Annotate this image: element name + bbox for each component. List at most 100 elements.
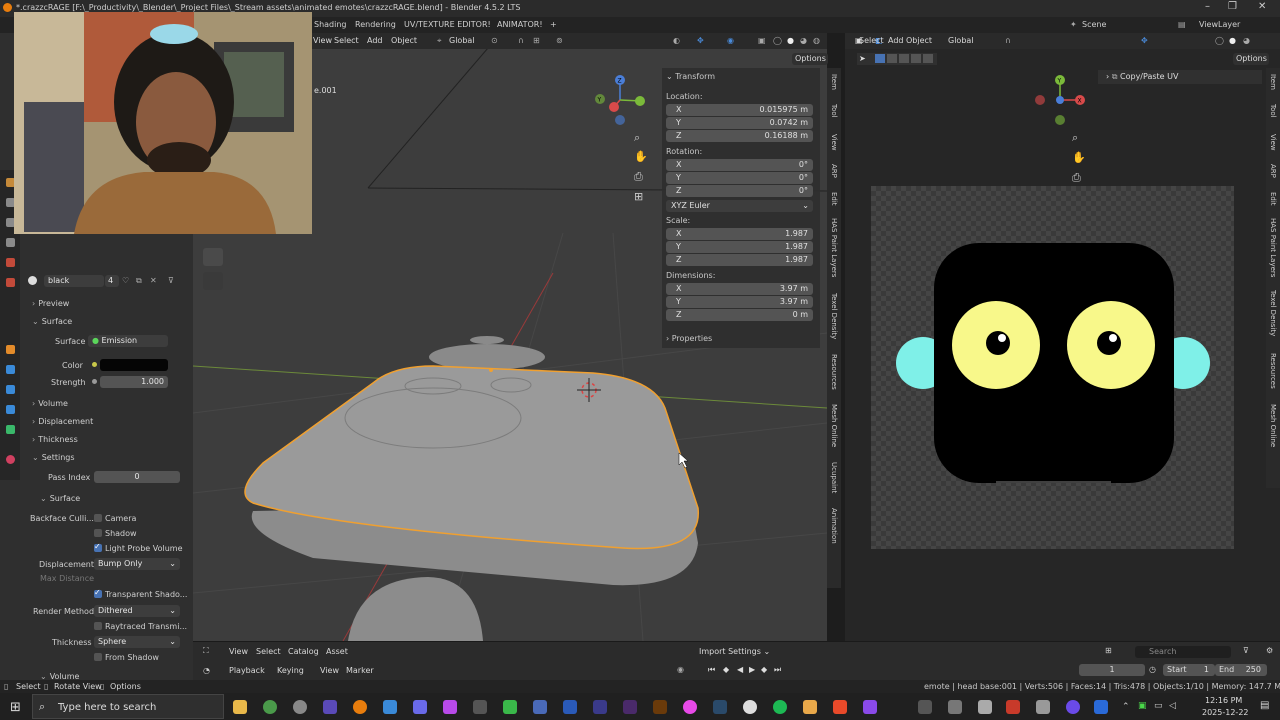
play-reverse-icon[interactable]: ◀ [737,665,743,674]
preview-range-icon[interactable]: ◷ [1149,665,1156,674]
sidebar-tab-ucupaint[interactable]: Ucupaint [830,462,838,493]
uv-tab-resources[interactable]: Resources [1269,353,1277,389]
pan-hand-icon[interactable]: ✋ [634,150,648,163]
zoom-icon[interactable]: ⌕ [634,131,640,145]
pivot-icon[interactable]: ⊙ [491,36,498,45]
camera-view-icon[interactable]: ⎙ [634,170,643,184]
uv-tab-edit[interactable]: Edit [1269,192,1277,206]
uv-options-button[interactable]: Options [1233,53,1269,65]
tray-overflow-icon[interactable]: ⌃ [1122,702,1130,712]
sidebar-tab-resources[interactable]: Resources [830,354,838,390]
scene-tab-icon[interactable] [6,258,15,267]
rotation-y-field[interactable]: Y 0° [666,172,813,184]
uv-orientation-dropdown[interactable]: Global [948,36,974,45]
duplicate-material-icon[interactable]: ⧉ [136,276,142,286]
preview-panel-header[interactable]: › Preview [32,299,69,308]
scale-y-field[interactable]: Y 1.987 [666,241,813,253]
pass-index-field[interactable]: 0 [94,471,180,483]
proportional-edit-icon[interactable]: ⊚ [556,36,563,45]
transform-panel-header[interactable]: ⌄ Transform [666,72,715,81]
sidebar-tab-animation[interactable]: Animation [830,508,838,544]
thickness-mode-dropdown[interactable]: Sphere ⌄ [94,636,180,648]
location-z-field[interactable]: Z 0.16188 m [666,130,813,142]
jump-end-icon[interactable]: ⏭ [774,665,781,675]
illustrator-icon[interactable] [653,700,667,714]
tray-icon-3[interactable] [978,700,992,714]
uv-select-subtract-icon[interactable] [899,54,909,63]
sidebar-tab-texel-density[interactable]: Texel Density [830,293,838,339]
uv-material-icon[interactable]: ◕ [1243,36,1250,45]
rotation-z-field[interactable]: Z 0° [666,185,813,197]
asset-browser-icon[interactable]: ⛶ [203,646,209,656]
prev-keyframe-icon[interactable]: ◆ [723,665,729,674]
notifications-icon[interactable]: ▤ [1260,700,1269,711]
uv-zoom-icon[interactable]: ⌕ [1072,131,1078,145]
material-shading-icon[interactable]: ◕ [800,36,807,45]
from-shadow-checkbox[interactable] [94,653,102,661]
uv-tab-item[interactable]: Item [1269,74,1277,90]
scene-selector[interactable]: Scene [1082,20,1106,29]
data-tab-icon[interactable] [6,425,15,434]
uv-tab-texel-density[interactable]: Texel Density [1269,290,1277,336]
asset-settings-gear-icon[interactable]: ⚙ [1266,646,1273,655]
app-icon-5[interactable] [473,700,487,714]
minimize-icon[interactable]: – [1205,1,1210,12]
tray-icon-5[interactable] [1066,700,1080,714]
uv-camera-icon[interactable]: ⎙ [1072,171,1081,185]
jump-start-icon[interactable]: ⏮ [708,665,715,675]
surface-shader-field[interactable]: ● Emission [88,335,168,347]
view-layer-tab-icon[interactable] [6,238,15,247]
timeline-menu-marker[interactable]: Marker [346,666,374,675]
app-icon-6[interactable] [503,700,517,714]
surface-subpanel-header[interactable]: ⌄ Surface [40,494,80,503]
material-tab-icon[interactable] [6,455,15,464]
viewport-menu-object[interactable]: Object [391,36,417,45]
thickness-panel-header[interactable]: › Thickness [32,435,78,444]
app-icon-2[interactable] [383,700,397,714]
taskbar-date[interactable]: 2025-12-22 [1202,708,1249,717]
uv-cursor-tool-icon[interactable]: ➤ [859,54,866,63]
uv-menu-select[interactable]: Select [859,36,884,45]
timeline-menu-view[interactable]: View [320,666,339,675]
taskbar-search-box[interactable]: ⌕ Type here to search [32,694,224,719]
tab-rendering[interactable]: Rendering [355,20,396,29]
uv-tab-view[interactable]: View [1269,134,1277,151]
scale-z-field[interactable]: Z 1.987 [666,254,813,266]
uv-select-box-icon[interactable] [875,54,885,63]
copy-paste-uv-panel[interactable]: › ⧉ Copy/Paste UV [1098,70,1262,84]
scale-x-field[interactable]: X 1.987 [666,228,813,240]
shadow-checkbox[interactable] [94,529,102,537]
sidebar-tab-tool[interactable]: Tool [830,104,838,118]
uv-menu-object[interactable]: Object [906,36,932,45]
after-effects-icon[interactable] [593,700,607,714]
premiere-icon[interactable] [623,700,637,714]
xray-icon[interactable]: ▣ [758,36,766,45]
uv-snap-icon[interactable]: ∩ [1005,36,1011,45]
uv-gizmo-icon[interactable]: ✥ [1141,36,1148,45]
camera-checkbox[interactable] [94,514,102,522]
start-frame-field[interactable]: Start 1 [1163,664,1215,676]
steam-icon[interactable] [713,700,727,714]
uv-tab-arp[interactable]: ARP [1269,164,1277,178]
next-keyframe-icon[interactable]: ◆ [761,665,767,674]
color-swatch[interactable] [100,359,168,371]
asset-menu-select[interactable]: Select [256,647,281,656]
rendered-shading-icon[interactable]: ◍ [813,36,820,45]
sidebar-tab-arp[interactable]: ARP [830,164,838,178]
timeline-editor-icon[interactable]: ◔ [203,666,210,675]
rotation-x-field[interactable]: X 0° [666,159,813,171]
viewlayer-selector[interactable]: ViewLayer [1199,20,1240,29]
transparent-shadows-checkbox[interactable] [94,588,102,598]
color-socket-icon[interactable] [92,362,97,367]
spotify-icon[interactable] [773,700,787,714]
uv-pan-hand-icon[interactable]: ✋ [1072,151,1086,164]
app-icon-10[interactable] [803,700,817,714]
render-method-dropdown[interactable]: Dithered ⌄ [94,605,180,617]
volume-icon[interactable]: ◁ [1169,701,1176,711]
strength-socket-icon[interactable] [92,379,97,384]
calculator-icon[interactable] [533,700,547,714]
modifier-tab-icon[interactable] [6,365,15,374]
tray-icon-1[interactable] [918,700,932,714]
blender-taskbar-icon[interactable] [353,700,367,714]
asset-menu-view[interactable]: View [229,647,248,656]
